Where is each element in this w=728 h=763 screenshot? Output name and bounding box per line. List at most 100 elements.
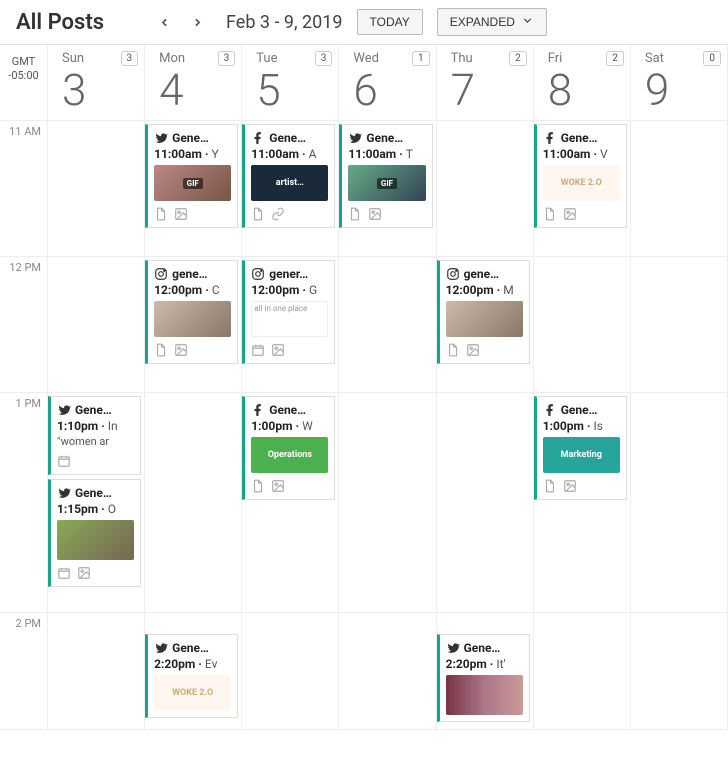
day-number: 3	[62, 68, 138, 112]
day-header-wed[interactable]: Wed 6 1	[339, 45, 436, 121]
post-thumbnail: GIF	[348, 165, 425, 201]
post-card[interactable]: Gene… 11:00am · A artist…	[242, 124, 335, 228]
post-thumbnail	[154, 301, 231, 337]
facebook-icon	[543, 131, 557, 145]
view-mode-select[interactable]: EXPANDED	[437, 8, 547, 36]
hour-label: 2 PM	[0, 613, 48, 730]
calendar-slot[interactable]: Gene… 1:10pm · In "women ar Gene… 1:15pm…	[48, 393, 145, 613]
twitter-icon	[154, 131, 168, 145]
calendar-slot[interactable]	[339, 613, 436, 730]
calendar-icon	[57, 566, 71, 580]
twitter-icon	[154, 641, 168, 655]
post-card[interactable]: gene… 12:00pm · C	[145, 260, 238, 364]
image-icon	[271, 343, 285, 357]
calendar-slot[interactable]	[242, 613, 339, 730]
post-account: Gene…	[172, 131, 209, 145]
post-card[interactable]: Gene… 1:00pm · W Operations	[242, 396, 335, 500]
document-icon	[348, 207, 362, 221]
calendar-slot[interactable]: Gene… 2:20pm · Ev WOKE 2.O	[145, 613, 242, 730]
document-icon	[154, 343, 168, 357]
post-thumbnail: WOKE 2.O	[154, 675, 231, 711]
next-week-button[interactable]	[191, 16, 204, 29]
instagram-icon	[154, 267, 168, 281]
twitter-icon	[348, 131, 362, 145]
day-header-sun[interactable]: Sun 3 3	[48, 45, 145, 121]
image-icon	[563, 479, 577, 493]
hour-label: 1 PM	[0, 393, 48, 613]
image-icon	[271, 479, 285, 493]
twitter-icon	[57, 486, 71, 500]
post-card[interactable]: Gene… 2:20pm · Ev WOKE 2.O	[145, 634, 238, 718]
post-card[interactable]: Gene… 11:00am · Y GIF	[145, 124, 238, 228]
chevron-down-icon	[521, 14, 534, 30]
calendar-slot[interactable]: Gene… 11:00am · A artist…	[242, 121, 339, 257]
day-header-thu[interactable]: Thu 7 2	[437, 45, 534, 121]
calendar-slot[interactable]	[339, 257, 436, 393]
post-excerpt: "women ar	[57, 435, 134, 448]
calendar-slot[interactable]	[631, 613, 728, 730]
calendar-slot[interactable]: Gene… 11:00am · T GIF	[339, 121, 436, 257]
today-button[interactable]: TODAY	[357, 9, 423, 35]
facebook-icon	[251, 403, 265, 417]
post-card[interactable]: Gene… 1:00pm · Is Marketing	[534, 396, 627, 500]
calendar-slot[interactable]	[631, 257, 728, 393]
calendar-slot[interactable]	[437, 393, 534, 613]
post-thumbnail: artist…	[251, 165, 328, 201]
calendar-slot[interactable]	[339, 393, 436, 613]
day-header-sat[interactable]: Sat 9 0	[631, 45, 728, 121]
post-thumbnail	[57, 520, 134, 560]
calendar-slot[interactable]	[534, 613, 631, 730]
instagram-icon	[251, 267, 265, 281]
document-icon	[543, 207, 557, 221]
timezone-label: GMT -05:00	[0, 45, 48, 121]
hour-label: 11 AM	[0, 121, 48, 257]
day-header-mon[interactable]: Mon 4 3	[145, 45, 242, 121]
facebook-icon	[543, 403, 557, 417]
post-card[interactable]: Gene… 2:20pm · It'	[437, 634, 530, 722]
post-card[interactable]: Gene… 11:00am · T GIF	[339, 124, 432, 228]
post-thumbnail: all in one place	[251, 301, 328, 337]
calendar-slot[interactable]: Gene… 11:00am · V WOKE 2.O	[534, 121, 631, 257]
calendar-slot[interactable]: gene… 12:00pm · C	[145, 257, 242, 393]
calendar-slot[interactable]	[48, 121, 145, 257]
image-icon	[368, 207, 382, 221]
calendar-slot[interactable]	[48, 257, 145, 393]
calendar-icon	[57, 454, 71, 468]
calendar-icon	[251, 343, 265, 357]
image-icon	[77, 566, 91, 580]
calendar-slot[interactable]	[631, 121, 728, 257]
prev-week-button[interactable]	[158, 16, 171, 29]
post-card[interactable]: gene… 12:00pm · M	[437, 260, 530, 364]
post-card[interactable]: gener… 12:00pm · G all in one place	[242, 260, 335, 364]
post-thumbnail: Marketing	[543, 437, 620, 473]
calendar-slot[interactable]: Gene… 1:00pm · Is Marketing	[534, 393, 631, 613]
image-icon	[563, 207, 577, 221]
twitter-icon	[57, 403, 71, 417]
calendar-slot[interactable]: gener… 12:00pm · G all in one place	[242, 257, 339, 393]
day-header-tue[interactable]: Tue 5 3	[242, 45, 339, 121]
calendar-slot[interactable]: Gene… 11:00am · Y GIF	[145, 121, 242, 257]
calendar-slot[interactable]	[534, 257, 631, 393]
instagram-icon	[446, 267, 460, 281]
post-card[interactable]: Gene… 1:10pm · In "women ar	[48, 396, 141, 475]
date-range-label: Feb 3 - 9, 2019	[226, 12, 343, 33]
calendar-slot[interactable]: gene… 12:00pm · M	[437, 257, 534, 393]
calendar-slot[interactable]	[631, 393, 728, 613]
image-icon	[466, 343, 480, 357]
document-icon	[251, 207, 265, 221]
calendar-slot[interactable]	[145, 393, 242, 613]
view-mode-label: EXPANDED	[450, 15, 515, 29]
post-thumbnail	[446, 301, 523, 337]
page-title: All Posts	[16, 10, 104, 35]
hour-label: 12 PM	[0, 257, 48, 393]
link-icon	[271, 207, 285, 221]
facebook-icon	[251, 131, 265, 145]
calendar-slot[interactable]: Gene… 1:00pm · W Operations	[242, 393, 339, 613]
calendar-slot[interactable]	[48, 613, 145, 730]
calendar-slot[interactable]	[437, 121, 534, 257]
day-header-fri[interactable]: Fri 8 2	[534, 45, 631, 121]
image-icon	[174, 343, 188, 357]
calendar-slot[interactable]: Gene… 2:20pm · It'	[437, 613, 534, 730]
post-card[interactable]: Gene… 1:15pm · O	[48, 479, 141, 587]
post-card[interactable]: Gene… 11:00am · V WOKE 2.O	[534, 124, 627, 228]
